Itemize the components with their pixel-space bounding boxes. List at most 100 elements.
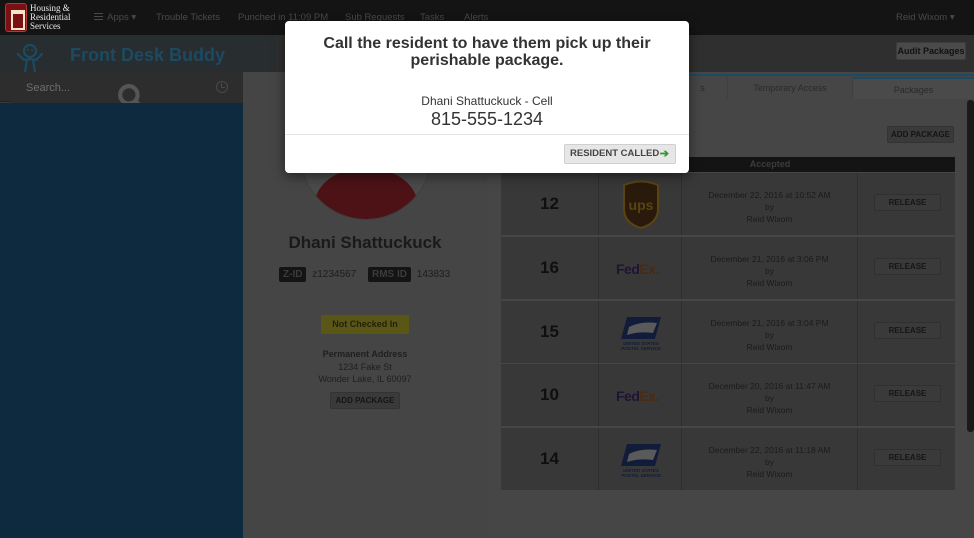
- rms-tag: RMS ID: [368, 267, 411, 282]
- user-name: Reid Wixom: [896, 12, 948, 23]
- address-label: Permanent Address: [322, 349, 408, 359]
- app-title[interactable]: Front Desk Buddy: [70, 45, 225, 66]
- modal-contact-name: Dhani Shattuckuck - Cell: [421, 94, 553, 108]
- accepted-date: December 20, 2016 at 11:47 AM: [708, 381, 831, 391]
- table-row: 16 FedEx. December 21, 2016 at 3:06 PM b…: [501, 237, 955, 299]
- action-cell: RELEASE: [858, 301, 955, 363]
- accepted-date: December 21, 2016 at 3:06 PM: [710, 254, 829, 264]
- left-panel: [0, 103, 243, 538]
- accepted-user: Reid Wixom: [746, 214, 793, 224]
- accepted-by: by: [765, 266, 774, 276]
- ups-logo-text: ups: [629, 197, 654, 213]
- accepted-user: Reid Wixom: [746, 342, 793, 352]
- table-row: 12 ups December 22, 2016 at 10:52 AM by …: [501, 173, 955, 235]
- user-menu[interactable]: Reid Wixom ▾: [896, 12, 955, 23]
- release-button[interactable]: RELEASE: [874, 258, 941, 275]
- apps-menu-label: Apps: [107, 12, 129, 23]
- action-cell: RELEASE: [858, 364, 955, 426]
- front-desk-buddy-logo-icon: [16, 43, 44, 74]
- org-name: Housing & Residential Services: [30, 4, 90, 31]
- accepted-user: Reid Wixom: [746, 405, 793, 415]
- rms-row: RMS ID 143833: [368, 267, 450, 284]
- accepted-by: by: [765, 393, 774, 403]
- apps-menu[interactable]: Apps ▾: [94, 12, 136, 23]
- release-button[interactable]: RELEASE: [874, 322, 941, 339]
- action-cell: RELEASE: [858, 173, 955, 235]
- history-icon[interactable]: [216, 81, 228, 93]
- add-package-button[interactable]: ADD PACKAGE: [887, 126, 954, 143]
- usps-logo-line2: POSTAL SERVICE: [621, 473, 662, 478]
- release-button[interactable]: RELEASE: [874, 194, 941, 211]
- carrier-cell: UNITED STATES POSTAL SERVICE: [599, 301, 682, 363]
- table-row: 10 FedEx. December 20, 2016 at 11:47 AM …: [501, 364, 955, 426]
- org-name-line3: Services: [30, 21, 61, 31]
- col-accepted: Accepted: [749, 159, 791, 169]
- usps-logo-line2: POSTAL SERVICE: [621, 346, 662, 351]
- hamburger-icon: [94, 13, 103, 20]
- accepted-by: by: [765, 457, 774, 467]
- carrier-cell: FedEx.: [599, 237, 682, 299]
- accepted-by: by: [765, 202, 774, 212]
- caret-down-icon: ▾: [949, 12, 955, 23]
- zid-tag: Z-ID: [279, 267, 307, 282]
- resident-called-button[interactable]: RESIDENT CALLED ➔: [564, 144, 676, 164]
- accepted-cell: December 21, 2016 at 3:04 PM by Reid Wix…: [682, 301, 858, 363]
- call-resident-modal: Call the resident to have them pick up t…: [285, 21, 689, 173]
- carrier-cell: UNITED STATES POSTAL SERVICE: [599, 428, 682, 490]
- usps-logo-icon: UNITED STATES POSTAL SERVICE: [621, 444, 662, 478]
- resident-name: Dhani Shattuckuck: [288, 233, 442, 252]
- col-action: [858, 157, 955, 172]
- package-number: 16: [501, 237, 599, 299]
- carrier-cell: FedEx.: [599, 364, 682, 426]
- zid-row: Z-ID z1234567: [279, 267, 356, 284]
- accepted-cell: December 22, 2016 at 11:18 AM by Reid Wi…: [682, 428, 858, 490]
- release-button[interactable]: RELEASE: [874, 385, 941, 402]
- action-cell: RELEASE: [858, 428, 955, 490]
- resident-called-label: RESIDENT CALLED: [570, 148, 660, 159]
- modal-title: Call the resident to have them pick up t…: [323, 35, 651, 69]
- accepted-date: December 22, 2016 at 11:18 AM: [708, 445, 831, 455]
- resident-add-package-button[interactable]: ADD PACKAGE: [330, 392, 400, 409]
- package-number: 15: [501, 301, 599, 363]
- accepted-date: December 22, 2016 at 10:52 AM: [708, 190, 831, 200]
- accepted-cell: December 20, 2016 at 11:47 AM by Reid Wi…: [682, 364, 858, 426]
- package-number: 12: [501, 173, 599, 235]
- accepted-date: December 21, 2016 at 3:04 PM: [710, 318, 829, 328]
- accepted-by: by: [765, 330, 774, 340]
- fedex-logo-icon: FedEx.: [616, 388, 659, 404]
- package-number: 10: [501, 364, 599, 426]
- table-row: 14 UNITED STATES POSTAL SERVICE December…: [501, 428, 955, 490]
- accepted-user: Reid Wixom: [746, 278, 793, 288]
- table-row: 15 UNITED STATES POSTAL SERVICE December…: [501, 301, 955, 363]
- fedex-logo-icon: FedEx.: [616, 261, 659, 277]
- rms-value: 143833: [416, 269, 451, 280]
- caret-down-icon: ▾: [131, 12, 137, 23]
- status-badge: Not Checked In: [321, 315, 409, 334]
- address-line2: Wonder Lake, IL 60097: [318, 374, 412, 384]
- search-input[interactable]: [26, 80, 206, 96]
- usps-logo-icon: UNITED STATES POSTAL SERVICE: [621, 317, 662, 351]
- tab-temporary-access[interactable]: Temporary Access: [727, 77, 852, 99]
- nav-trouble-tickets[interactable]: Trouble Tickets: [156, 12, 220, 23]
- zid-value: z1234567: [312, 269, 357, 280]
- fedex-logo-fed: Fed: [616, 388, 640, 404]
- ups-logo-icon: ups: [623, 180, 659, 229]
- release-button[interactable]: RELEASE: [874, 449, 941, 466]
- address-line1: 1234 Fake St: [338, 362, 392, 372]
- audit-packages-button[interactable]: Audit Packages: [896, 42, 966, 60]
- accepted-cell: December 21, 2016 at 3:06 PM by Reid Wix…: [682, 237, 858, 299]
- action-cell: RELEASE: [858, 237, 955, 299]
- package-number: 14: [501, 428, 599, 490]
- tab-underline: [690, 74, 974, 76]
- university-logo-icon[interactable]: [5, 3, 27, 32]
- fedex-logo-ex: Ex: [639, 261, 656, 277]
- page-scrollbar[interactable]: [967, 100, 974, 432]
- modal-phone-number: 815-555-1234: [430, 109, 544, 129]
- tab-packages[interactable]: Packages: [852, 77, 974, 99]
- accepted-user: Reid Wixom: [746, 469, 793, 479]
- modal-divider: [285, 134, 689, 135]
- fedex-logo-ex: Ex: [639, 388, 656, 404]
- avatar-shirt: [313, 171, 419, 219]
- fedex-logo-fed: Fed: [616, 261, 640, 277]
- accepted-cell: December 22, 2016 at 10:52 AM by Reid Wi…: [682, 173, 858, 235]
